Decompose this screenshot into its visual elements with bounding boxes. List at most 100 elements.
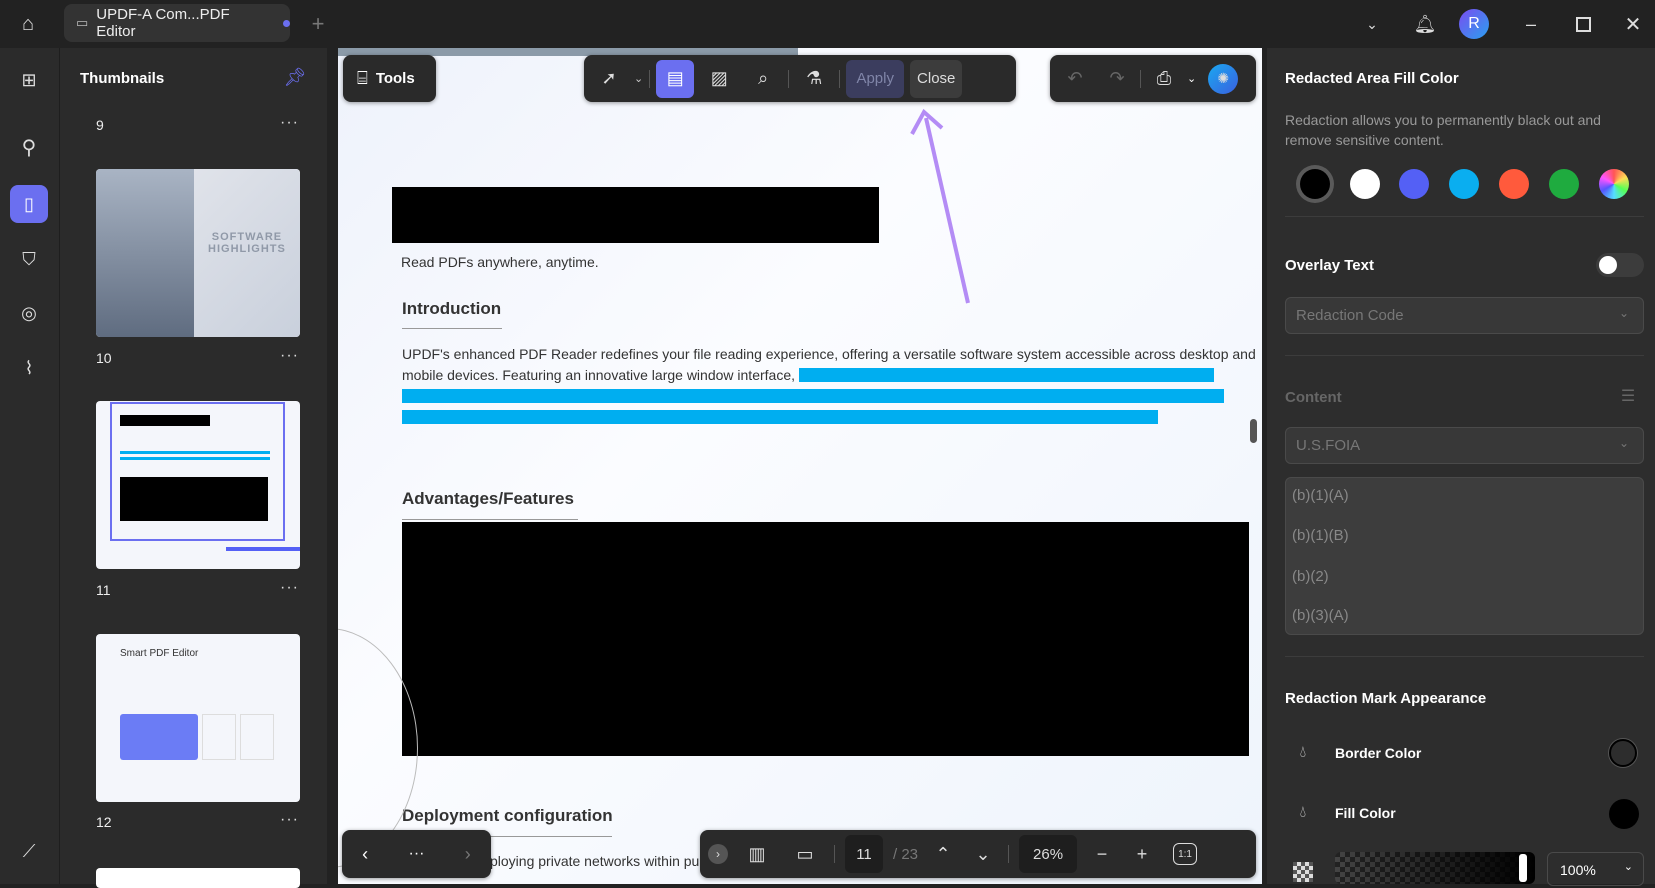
more-icon[interactable]: ··· (408, 845, 424, 863)
scrollbar-thumb[interactable] (1250, 419, 1257, 443)
page-up-icon[interactable]: ⌃ (928, 835, 958, 873)
presentation-icon[interactable]: ▭ (786, 835, 824, 873)
comment-icon[interactable]: ◎ (15, 299, 43, 327)
bookmark-icon[interactable]: ⛉ (15, 245, 43, 273)
color-swatch-white[interactable] (1350, 169, 1380, 199)
redaction-toolbar: ➚ ⌄ ▤ ▨ ⌕ ⚗ Apply Close (584, 55, 1016, 102)
redaction-mark[interactable] (392, 187, 879, 243)
border-color-swatch[interactable] (1609, 739, 1637, 767)
chevron-down-icon[interactable]: ⌄ (1360, 12, 1384, 36)
opacity-value: 100% (1560, 862, 1596, 878)
color-swatch-cyan[interactable] (1449, 169, 1479, 199)
sanitize-icon[interactable]: ⚗ (795, 60, 833, 98)
more-options-icon[interactable]: ··· (280, 811, 299, 829)
thumbnail-heading: Smart PDF Editor (120, 648, 199, 659)
chevron-down-icon[interactable]: ⌄ (1187, 72, 1196, 85)
pdf-logo-icon[interactable]: ⟋ (15, 837, 43, 865)
page-total: / 23 (893, 845, 919, 863)
code-list-item[interactable]: (b)(1)(B) (1292, 527, 1349, 544)
pin-icon[interactable]: 📌︎ (282, 64, 308, 90)
thumbnail-page-12[interactable]: Smart PDF Editor (96, 634, 300, 802)
apps-grid-icon[interactable]: ⊞ (15, 66, 43, 94)
thumbnail-page-11[interactable] (96, 401, 300, 569)
page-down-icon[interactable]: ⌄ (968, 835, 998, 873)
fill-color-label: Fill Color (1335, 805, 1396, 821)
building-image (96, 169, 194, 337)
thumbnails-panel: Thumbnails 📌︎ 9 ··· SOFTWARE HIGHLIGHTS … (59, 48, 327, 888)
redaction-highlight[interactable] (402, 410, 1158, 424)
thumbnails-page-icon[interactable]: ▯ (10, 185, 48, 223)
monitor-icon: ▭ (76, 15, 89, 30)
apply-button[interactable]: Apply (846, 59, 905, 98)
overlay-text-toggle[interactable] (1596, 253, 1644, 277)
attachment-icon[interactable]: ⌇ (15, 354, 43, 382)
deployment-text: ploying private networks within pu (490, 853, 700, 869)
redaction-highlight[interactable] (799, 368, 1214, 382)
opacity-slider-handle[interactable] (1519, 854, 1527, 882)
code-list-item[interactable]: (b)(3)(A) (1292, 607, 1349, 624)
redaction-properties-panel: Redacted Area Fill Color Redaction allow… (1267, 48, 1655, 886)
redaction-mark[interactable] (402, 522, 1249, 756)
opacity-slider[interactable] (1335, 852, 1535, 884)
notification-bell-icon[interactable]: 🔔︎ (1412, 10, 1438, 38)
zoom-level-input[interactable]: 26% (1019, 835, 1078, 873)
page-number-input[interactable]: 11 (845, 835, 883, 873)
chevron-down-icon: ⌄ (1618, 436, 1629, 450)
redact-pages-icon[interactable]: ▨ (700, 60, 738, 98)
color-swatch-orange[interactable] (1499, 169, 1529, 199)
content-dropdown[interactable]: U.S.FOIA ⌄ (1285, 427, 1644, 464)
fill-color-title: Redacted Area Fill Color (1285, 70, 1459, 87)
thumbnail-page-13[interactable] (96, 868, 300, 888)
select-pointer-icon[interactable]: ➚ (590, 60, 628, 98)
more-options-icon[interactable]: ··· (280, 347, 299, 365)
content-select-value: U.S.FOIA (1296, 437, 1361, 454)
fill-color-swatch[interactable] (1609, 799, 1639, 829)
redaction-code-dropdown[interactable]: Redaction Code ⌄ (1285, 297, 1644, 334)
redaction-code-placeholder: Redaction Code (1296, 307, 1404, 324)
save-icon[interactable]: ⎙ (1145, 60, 1183, 98)
color-swatch-green[interactable] (1549, 169, 1579, 199)
avatar[interactable]: R (1459, 9, 1489, 39)
home-icon[interactable]: ⌂ (14, 10, 42, 38)
code-list-item[interactable]: (b)(2) (1292, 568, 1329, 585)
search-redact-icon[interactable]: ⌕ (744, 60, 782, 98)
zoom-in-icon[interactable]: + (1127, 835, 1157, 873)
document-canvas: Read PDFs anywhere, anytime. Introductio… (338, 48, 1262, 884)
color-swatch-black[interactable] (1300, 169, 1330, 199)
settings-sliders-icon[interactable]: ☰ (1617, 384, 1639, 408)
unsaved-dot (283, 19, 290, 27)
maximize-icon[interactable] (1570, 12, 1596, 36)
document-tab[interactable]: ▭ UPDF-A Com...PDF Editor (64, 4, 290, 42)
close-button[interactable]: Close (910, 59, 963, 98)
color-picker-icon[interactable] (1599, 169, 1629, 199)
page-layout-icon[interactable]: ▥ (738, 835, 776, 873)
fill-drop-icon: 💧︎ (1299, 804, 1307, 821)
color-swatch-blue[interactable] (1399, 169, 1429, 199)
chevron-down-icon[interactable]: ⌄ (634, 72, 643, 85)
more-options-icon[interactable]: ··· (280, 579, 299, 597)
next-icon[interactable]: › (465, 844, 471, 865)
redaction-highlight[interactable] (402, 389, 1224, 403)
more-options-icon[interactable]: ··· (280, 114, 299, 132)
thumbnail-page-10[interactable]: SOFTWARE HIGHLIGHTS (96, 169, 300, 337)
tools-button[interactable]: ⌸ Tools (343, 55, 436, 102)
redo-icon[interactable]: ↷ (1098, 60, 1136, 98)
advantages-heading: Advantages/Features (402, 489, 574, 508)
previous-icon[interactable]: ‹ (362, 844, 368, 865)
new-tab-icon[interactable]: + (304, 10, 332, 38)
ai-assistant-icon[interactable]: ✺ (1208, 63, 1239, 94)
opacity-dropdown[interactable]: 100% ⌄ (1547, 852, 1644, 886)
close-window-icon[interactable]: ✕ (1620, 12, 1646, 36)
minimize-icon[interactable]: – (1518, 12, 1544, 36)
appearance-title: Redaction Mark Appearance (1285, 690, 1487, 707)
zoom-out-icon[interactable]: − (1087, 835, 1117, 873)
expand-icon[interactable]: › (708, 844, 728, 864)
actual-size-button[interactable]: 1:1 (1173, 843, 1198, 865)
intro-heading: Introduction (402, 299, 502, 318)
mark-redaction-icon[interactable]: ▤ (656, 59, 695, 98)
undo-icon[interactable]: ↶ (1056, 60, 1094, 98)
search-icon[interactable]: ⚲ (15, 133, 43, 161)
chevron-down-icon: ⌄ (1623, 861, 1633, 873)
history-toolbar: ↶ ↷ ⎙ ⌄ ✺ (1050, 55, 1256, 102)
code-list-item[interactable]: (b)(1)(A) (1292, 487, 1349, 504)
